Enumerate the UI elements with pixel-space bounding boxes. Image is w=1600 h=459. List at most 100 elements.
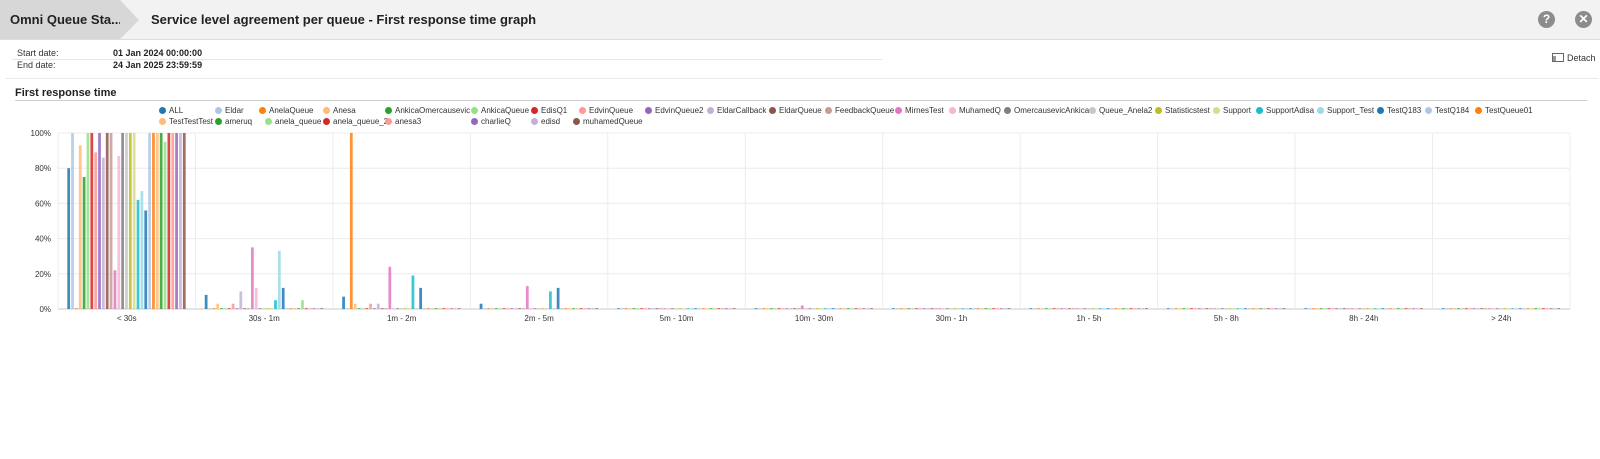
bar: [705, 308, 709, 309]
bar: [1530, 308, 1534, 309]
bar: [651, 308, 655, 309]
bar: [1137, 308, 1141, 309]
bar: [86, 133, 90, 309]
bar: [498, 308, 502, 309]
bar: [541, 308, 545, 309]
bar: [1003, 308, 1007, 309]
bar: [446, 308, 450, 309]
bar: [1464, 308, 1468, 309]
bar: [678, 308, 682, 309]
bar: [1480, 308, 1484, 309]
bar: [258, 308, 262, 309]
bar: [831, 308, 835, 309]
bar: [835, 308, 839, 309]
bar: [1396, 308, 1400, 309]
bar: [1369, 308, 1373, 309]
bar: [1075, 308, 1079, 309]
breadcrumb-label[interactable]: Omni Queue Sta...: [10, 12, 122, 27]
bar: [373, 308, 376, 309]
bar: [487, 308, 491, 309]
bar: [709, 308, 713, 309]
bar: [101, 157, 105, 309]
bar: [281, 287, 285, 309]
y-tick-label: 40%: [35, 235, 51, 244]
bar: [667, 308, 670, 309]
bar: [992, 308, 995, 309]
bar: [411, 275, 415, 309]
bar: [426, 308, 430, 309]
bar: [1449, 308, 1453, 309]
bar: [808, 308, 812, 309]
page-title: Service level agreement per queue - Firs…: [151, 12, 537, 27]
bar: [227, 308, 231, 309]
bar: [457, 308, 461, 309]
x-tick-label: > 24h: [1491, 314, 1511, 323]
bar: [1052, 308, 1056, 309]
bar: [1056, 308, 1060, 309]
bar: [121, 133, 125, 309]
bar: [506, 308, 510, 309]
bar: [175, 133, 178, 309]
bar: [78, 145, 82, 309]
bar: [212, 308, 216, 309]
bar: [1060, 308, 1064, 309]
bar: [1472, 308, 1476, 309]
bar: [163, 141, 167, 309]
x-tick-label: 5m - 10m: [660, 314, 694, 323]
y-tick-label: 100%: [31, 129, 51, 138]
bar: [75, 308, 78, 309]
x-tick-label: 2m - 5m: [524, 314, 554, 323]
bar: [820, 308, 823, 309]
bar: [926, 308, 930, 309]
bar: [155, 133, 159, 309]
breadcrumb-arrow: [120, 0, 139, 39]
bar: [911, 308, 915, 309]
bar: [312, 308, 316, 309]
bar: [349, 133, 353, 309]
bar: [1557, 308, 1561, 309]
bar: [862, 308, 866, 309]
bar: [785, 308, 789, 309]
bar: [277, 250, 281, 309]
bar: [583, 308, 587, 309]
bar: [1412, 308, 1416, 309]
bar: [1373, 308, 1377, 309]
bar: [1282, 308, 1286, 309]
bar: [1125, 308, 1129, 309]
bar: [1141, 308, 1144, 309]
x-tick-label: 10m - 30m: [795, 314, 834, 323]
bar: [113, 270, 117, 309]
bar: [682, 308, 686, 309]
bar: [304, 308, 308, 309]
bar: [988, 308, 992, 309]
bar: [1037, 308, 1040, 309]
bar: [346, 308, 349, 309]
bar: [1327, 308, 1331, 309]
bar: [1484, 308, 1487, 309]
bar: [1244, 308, 1247, 309]
bar: [850, 308, 854, 309]
top-bar: Omni Queue Sta... Service level agreemen…: [0, 0, 1600, 40]
bar: [1335, 308, 1338, 309]
bar: [1542, 308, 1545, 309]
bar: [1419, 308, 1423, 309]
bar: [945, 308, 949, 309]
bar: [483, 308, 487, 309]
help-icon[interactable]: ?: [1538, 11, 1555, 28]
bar: [396, 308, 399, 309]
bar: [1389, 308, 1392, 309]
bar: [1553, 308, 1557, 309]
bar: [1400, 308, 1404, 309]
bar: [728, 308, 732, 309]
bar: [148, 133, 151, 309]
y-tick-label: 0%: [39, 305, 51, 314]
bar: [208, 308, 212, 309]
bar: [701, 308, 705, 309]
bar: [572, 308, 575, 309]
close-icon[interactable]: ✕: [1575, 11, 1592, 28]
breadcrumb[interactable]: Omni Queue Sta...: [0, 0, 122, 39]
bar: [1129, 308, 1133, 309]
bar: [1174, 308, 1178, 309]
bar: [1044, 308, 1048, 309]
bar: [839, 308, 843, 309]
